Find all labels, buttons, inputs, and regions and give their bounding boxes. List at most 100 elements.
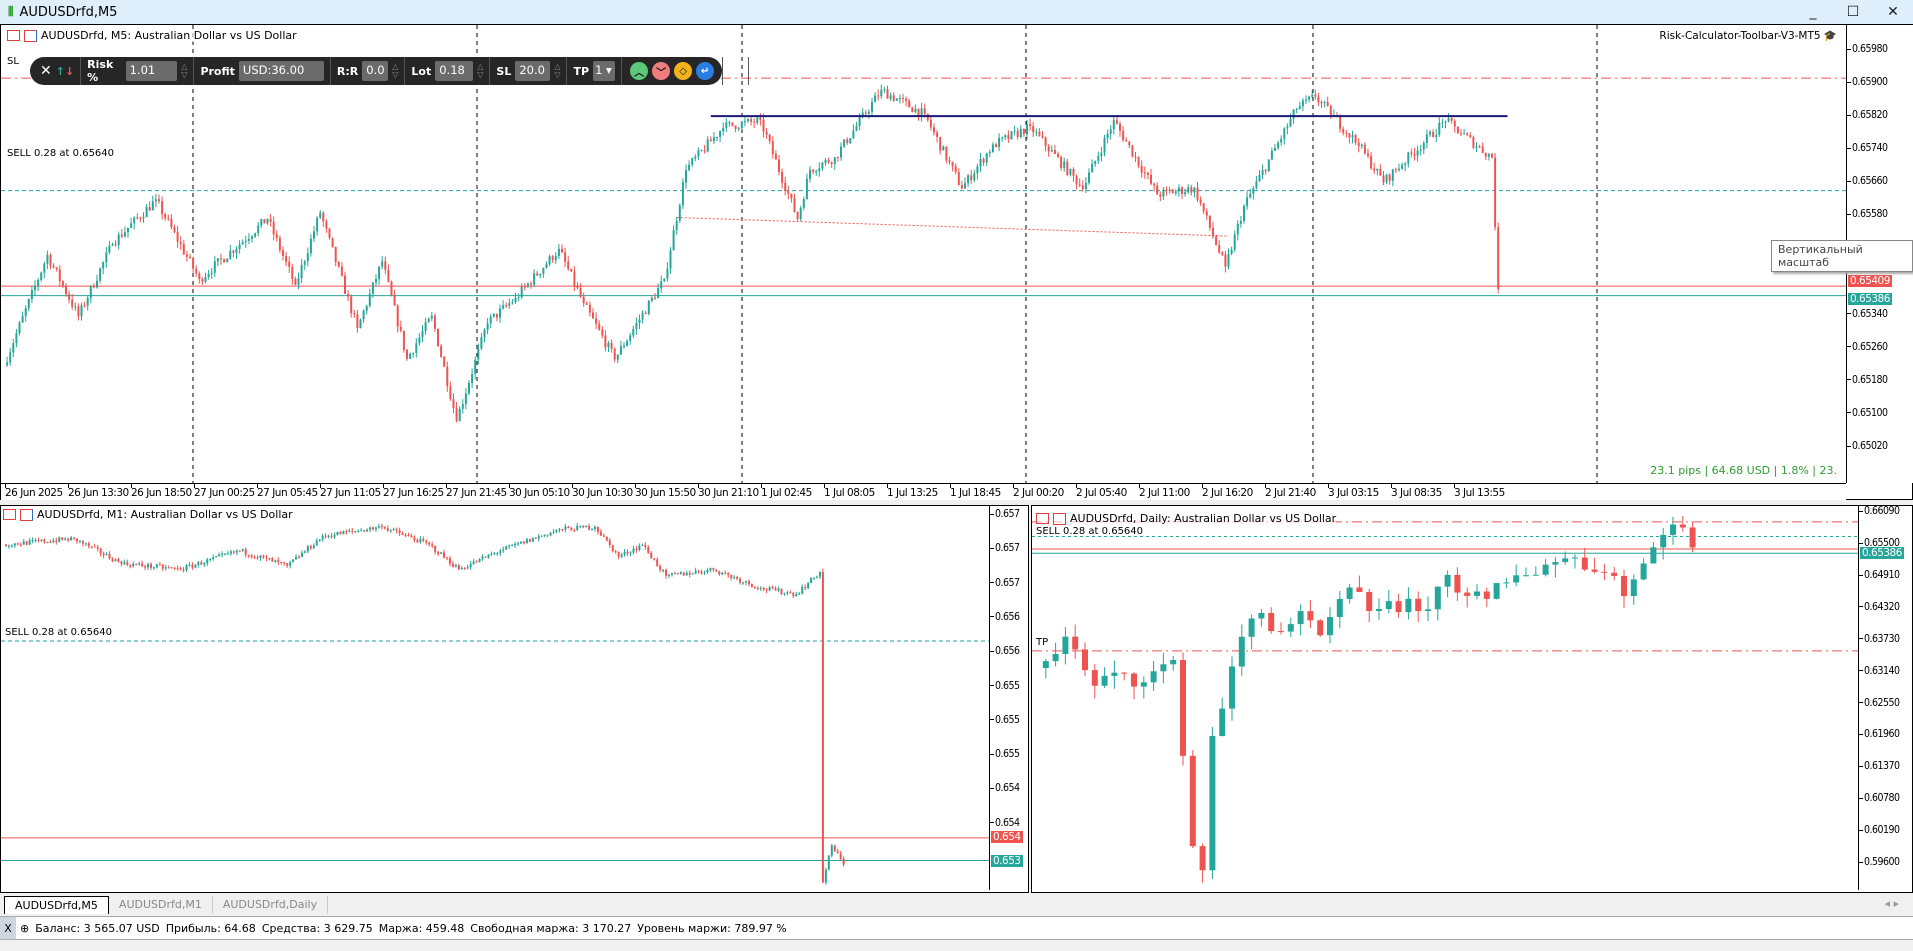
close-toolbox-button[interactable]: X — [0, 917, 16, 939]
candle-body — [895, 98, 898, 101]
buy-up-button-icon[interactable]: ︿ — [630, 62, 649, 80]
candle-body — [1356, 587, 1363, 593]
candle-body — [490, 553, 493, 555]
candle-body — [517, 543, 520, 545]
candle-body — [389, 529, 392, 531]
candle-body — [526, 283, 529, 287]
candle-body — [1357, 142, 1360, 147]
candle-body — [472, 561, 475, 564]
candle-body — [1111, 672, 1118, 676]
m1-price-axis[interactable]: 0.657 0.657 0.657 0.656 0.656 0.655 0.655 0.655… — [989, 506, 1028, 890]
candle-body — [428, 542, 431, 545]
candle-body — [762, 587, 765, 590]
m5-chart-area[interactable] — [1, 25, 1846, 483]
chart-window-m1[interactable]: AUDUSDrfd, M1: Australian Dollar vs US D… — [0, 505, 1029, 893]
candle-body — [1487, 154, 1490, 157]
sell-down-button-icon[interactable]: ﹀ — [652, 62, 671, 80]
date-label: 2 Jul 16:20 — [1202, 487, 1253, 499]
candle-body — [647, 547, 650, 553]
m1-chart-area[interactable] — [1, 506, 989, 890]
candle-body — [1219, 708, 1226, 737]
menu-icon[interactable]: ☰ — [729, 63, 742, 79]
lot-input[interactable]: 0.18 — [435, 61, 474, 81]
pips-info: 23.1 pips | 64.68 USD | 1.8% | 23. — [1650, 464, 1837, 477]
rr-spinner[interactable]: △ ▽ — [392, 63, 398, 79]
candle-body — [539, 273, 542, 276]
tab-scroll-arrows-icon[interactable]: ◂ ▸ — [1884, 897, 1899, 910]
candle-body — [1425, 609, 1431, 612]
candle-body — [1277, 142, 1280, 148]
candle-body — [238, 550, 241, 552]
m1-chart-title: AUDUSDrfd, M1: Australian Dollar vs US D… — [37, 508, 293, 521]
candle-body — [359, 319, 362, 329]
candle-body — [573, 530, 576, 532]
collapse-chevron-icon[interactable]: ❮ — [749, 65, 770, 78]
candle-body — [1143, 172, 1146, 174]
candle-body — [833, 845, 836, 852]
risk-spinner[interactable]: △ ▽ — [181, 63, 187, 79]
swap-direction-button-icon[interactable]: ◇ — [674, 62, 693, 80]
candle-body — [158, 564, 161, 566]
close-toolbar-icon[interactable]: ✕ — [40, 63, 52, 79]
candle-body — [1441, 122, 1444, 124]
execute-enter-button-icon[interactable]: ↵ — [696, 62, 715, 80]
chart-list-icon — [3, 509, 16, 520]
candle-body — [235, 550, 238, 553]
rr-input[interactable]: 0.0 — [362, 61, 389, 81]
candle-body — [1376, 609, 1382, 612]
expand-plus-icon[interactable]: ⊕ — [20, 922, 29, 935]
candle-body — [1268, 612, 1275, 632]
candle-body — [595, 318, 598, 324]
candle-body — [1366, 592, 1373, 612]
candle-body — [613, 348, 616, 360]
candle-body — [194, 564, 197, 568]
candle-body — [99, 548, 102, 554]
sl-spinner[interactable]: △ ▽ — [554, 63, 560, 79]
sl-input[interactable]: 20.0 — [515, 61, 551, 81]
candle-body — [1469, 134, 1472, 138]
tab-audusd-m5[interactable]: AUDUSDrfd,M5 — [4, 896, 109, 914]
candle-body — [1193, 187, 1196, 193]
chart-window-daily[interactable]: AUDUSDrfd, Daily: Australian Dollar vs U… — [1031, 505, 1913, 893]
candle-body — [1224, 254, 1227, 267]
daily-chart-area[interactable] — [1032, 506, 1858, 890]
candle-body — [665, 569, 668, 576]
minimize-button[interactable]: _ — [1793, 0, 1833, 24]
daily-price-axis[interactable]: 0.66090 0.65500 0.64910 0.64320 0.63730 0.631… — [1858, 506, 1912, 890]
tab-audusd-m1[interactable]: AUDUSDrfd,M1 — [109, 896, 213, 914]
price-label: 0.66090 — [1859, 506, 1900, 517]
candle-body — [1004, 135, 1007, 138]
candle-body — [176, 231, 179, 242]
candle-body — [1007, 135, 1010, 139]
ask-price-tag: 0.65386 — [1860, 547, 1904, 560]
maximize-button[interactable]: ☐ — [1833, 0, 1873, 24]
candle-body — [280, 561, 283, 563]
m5-date-axis[interactable]: 26 Jun 2025 26 Jun 13:30 26 Jun 18:50 27 Ju… — [1, 483, 1846, 500]
candle-body — [9, 352, 12, 363]
close-window-button[interactable]: ✕ — [1873, 0, 1913, 24]
candle-body — [608, 540, 611, 545]
candle-body — [132, 563, 135, 567]
lot-spinner[interactable]: △ ▽ — [477, 63, 483, 79]
candle-body — [1542, 564, 1549, 575]
profit-input[interactable]: USD:36.00 — [238, 61, 324, 81]
tab-audusd-daily[interactable]: AUDUSDrfd,Daily — [213, 896, 329, 914]
candle-body — [1453, 120, 1456, 127]
price-label: 0.65340 — [1847, 308, 1888, 320]
candle-body — [226, 553, 229, 555]
candle-body — [520, 286, 523, 298]
candle-body — [348, 530, 351, 532]
risk-input[interactable]: 1.01 — [125, 61, 178, 81]
sl-line-label: SL — [7, 56, 19, 67]
candle-body — [102, 262, 105, 269]
candle-body — [722, 127, 725, 132]
candle-body — [1360, 144, 1363, 147]
candle-body — [440, 552, 443, 554]
chart-window-m5[interactable]: AUDUSDrfd, M5: Australian Dollar vs US D… — [0, 24, 1913, 500]
tp-select[interactable]: 1 ▾ — [593, 61, 616, 81]
candle-body — [285, 255, 288, 262]
candle-body — [22, 541, 25, 545]
candle-body — [1679, 524, 1686, 528]
candle-body — [1307, 611, 1314, 621]
candle-body — [167, 218, 170, 220]
